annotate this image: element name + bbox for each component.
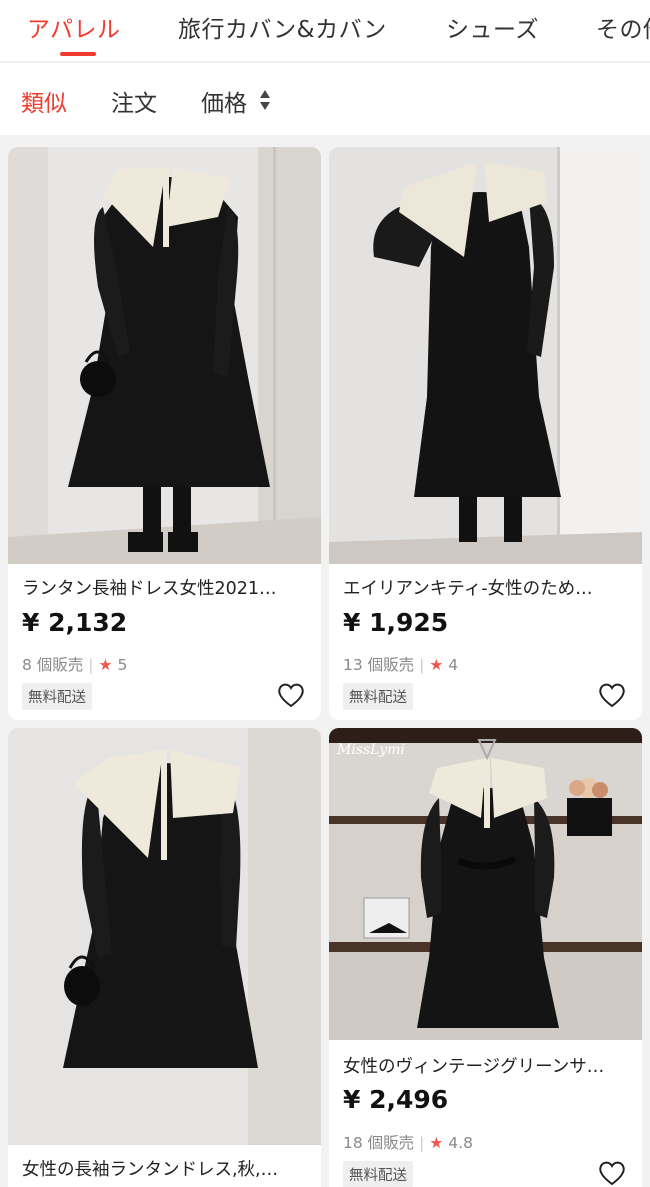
product-image[interactable] xyxy=(329,147,642,564)
tab-others[interactable]: その他 xyxy=(596,10,650,44)
rating-value: 4.8 xyxy=(448,1134,473,1152)
product-card[interactable]: ランタン長袖ドレス女性2021… ¥ 2,132 8 個販売 | ★ 5 無料配送 xyxy=(8,147,321,720)
heart-icon[interactable] xyxy=(597,681,627,709)
heart-icon[interactable] xyxy=(597,1159,627,1187)
free-shipping-badge: 無料配送 xyxy=(343,683,413,710)
sold-count: 18 個販売 xyxy=(343,1134,415,1152)
product-title[interactable]: ランタン長袖ドレス女性2021… xyxy=(22,575,306,600)
divider: | xyxy=(88,656,94,674)
product-price: ¥ 2,496 xyxy=(343,1085,449,1114)
sort-bar: 類似 注文 価格 xyxy=(0,63,650,135)
active-tab-indicator xyxy=(60,52,96,56)
product-card[interactable]: 女性の長袖ランタンドレス,秋,… xyxy=(8,728,321,1187)
tab-apparel[interactable]: アパレル xyxy=(27,10,121,44)
product-title[interactable]: 女性の長袖ランタンドレス,秋,… xyxy=(22,1156,306,1181)
tab-travel-bags[interactable]: 旅行カバン&カバン xyxy=(178,10,387,44)
product-title[interactable]: 女性のヴィンテージグリーンサ… xyxy=(343,1053,627,1078)
product-title[interactable]: エイリアンキティ-女性のため… xyxy=(343,575,627,600)
product-meta: 13 個販売 | ★ 4 xyxy=(343,653,458,675)
product-meta: 18 個販売 | ★ 4.8 xyxy=(343,1131,473,1153)
rating-value: 4 xyxy=(448,656,459,674)
product-meta: 8 個販売 | ★ 5 xyxy=(22,653,127,675)
category-tab-bar: アパレル 旅行カバン&カバン シューズ その他 xyxy=(0,0,650,62)
sold-count: 8 個販売 xyxy=(22,656,84,674)
product-image[interactable] xyxy=(8,147,321,564)
product-card[interactable]: MissLymi 女性のヴィンテージグリーンサ… ¥ 2,496 18 個販売 |… xyxy=(329,728,642,1187)
watermark-text: MissLymi xyxy=(336,742,405,758)
sold-count: 13 個販売 xyxy=(343,656,415,674)
divider: | xyxy=(419,656,425,674)
star-icon: ★ xyxy=(98,656,113,674)
heart-icon[interactable] xyxy=(276,681,306,709)
product-card[interactable]: エイリアンキティ-女性のため… ¥ 1,925 13 個販売 | ★ 4 無料配送 xyxy=(329,147,642,720)
sort-orders[interactable]: 注文 xyxy=(111,84,157,118)
rating-value: 5 xyxy=(117,656,128,674)
sort-similar[interactable]: 類似 xyxy=(21,84,67,118)
product-price: ¥ 1,925 xyxy=(343,608,449,637)
sort-arrows-icon[interactable] xyxy=(258,87,272,113)
product-price: ¥ 2,132 xyxy=(22,608,128,637)
product-image[interactable] xyxy=(8,728,321,1145)
product-image[interactable]: MissLymi xyxy=(329,728,642,1040)
sort-price[interactable]: 価格 xyxy=(201,84,247,118)
free-shipping-badge: 無料配送 xyxy=(22,683,92,710)
star-icon: ★ xyxy=(429,656,444,674)
divider: | xyxy=(419,1134,425,1152)
tab-shoes[interactable]: シューズ xyxy=(446,10,539,44)
free-shipping-badge: 無料配送 xyxy=(343,1161,413,1187)
star-icon: ★ xyxy=(429,1134,444,1152)
